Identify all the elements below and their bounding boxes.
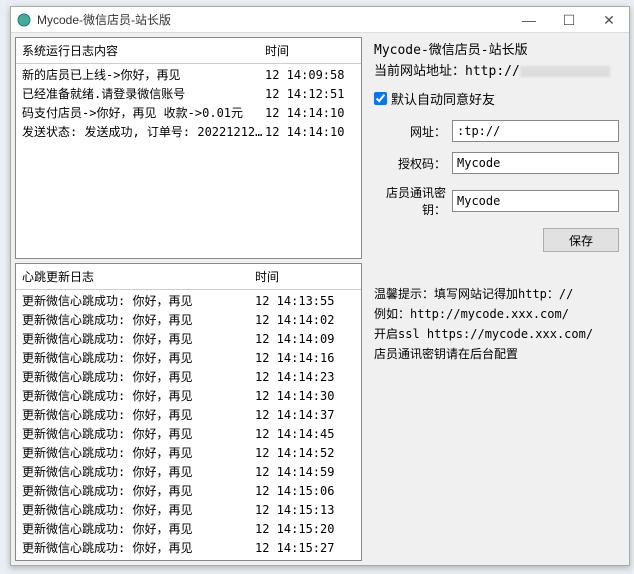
heartbeat-log-body[interactable]: 更新微信心跳成功: 你好，再见12 14:13:55更新微信心跳成功: 你好，再… xyxy=(16,290,361,560)
log-time: 12 14:15:20 xyxy=(255,521,355,538)
log-row[interactable]: 更新微信心跳成功: 你好，再见12 14:14:52 xyxy=(16,444,361,463)
log-row[interactable]: 更新微信心跳成功: 你好，再见12 14:13:55 xyxy=(16,292,361,311)
log-msg: 更新微信心跳成功: 你好，再见 xyxy=(22,464,255,481)
tip-line: 开启ssl https://mycode.xxx.com/ xyxy=(374,324,619,344)
key-input[interactable] xyxy=(452,190,619,212)
log-msg: 更新微信心跳成功: 你好，再见 xyxy=(22,388,255,405)
log-msg: 更新微信心跳成功: 你好，再见 xyxy=(22,483,255,500)
heartbeat-log-header-time: 时间 xyxy=(255,268,355,285)
log-row[interactable]: 更新微信心跳成功: 你好，再见12 14:14:23 xyxy=(16,368,361,387)
key-field-row: 店员通讯密钥： xyxy=(374,184,619,218)
current-url-value: http:// xyxy=(465,64,520,79)
system-log-body[interactable]: 新的店员已上线->你好，再见12 14:09:58已经准备就绪.请登录微信账号1… xyxy=(16,64,361,258)
log-msg: 已经准备就绪.请登录微信账号 xyxy=(22,86,265,103)
heartbeat-log-header-msg: 心跳更新日志 xyxy=(22,268,255,285)
log-row[interactable]: 更新微信心跳成功: 你好，再见12 14:14:09 xyxy=(16,330,361,349)
log-time: 12 14:15:06 xyxy=(255,483,355,500)
auth-field-label: 授权码： xyxy=(374,155,452,172)
log-time: 12 14:14:52 xyxy=(255,445,355,462)
log-time: 12 14:14:37 xyxy=(255,407,355,424)
key-field-label: 店员通讯密钥： xyxy=(374,184,452,218)
masked-url xyxy=(520,66,610,77)
window-controls: — ☐ ✕ xyxy=(509,7,629,33)
minimize-button[interactable]: — xyxy=(509,7,549,33)
titlebar[interactable]: Mycode-微信店员-站长版 — ☐ ✕ xyxy=(11,7,629,33)
log-msg: 更新微信心跳成功: 你好，再见 xyxy=(22,502,255,519)
log-msg: 更新微信心跳成功: 你好，再见 xyxy=(22,312,255,329)
log-time: 12 14:12:51 xyxy=(265,86,355,103)
log-time: 12 14:15:13 xyxy=(255,502,355,519)
system-log-header-time: 时间 xyxy=(265,42,355,59)
log-msg: 更新微信心跳成功: 你好，再见 xyxy=(22,540,255,557)
log-row[interactable]: 更新微信心跳成功: 你好，再见12 14:14:45 xyxy=(16,425,361,444)
log-msg: 更新微信心跳成功: 你好，再见 xyxy=(22,369,255,386)
system-log-panel: 系统运行日志内容 时间 新的店员已上线->你好，再见12 14:09:58已经准… xyxy=(15,37,362,259)
log-row[interactable]: 更新微信心跳成功: 你好，再见12 14:15:20 xyxy=(16,520,361,539)
tip-line: 例如：http://mycode.xxx.com/ xyxy=(374,304,619,324)
close-button[interactable]: ✕ xyxy=(589,7,629,33)
auto-accept-label[interactable]: 默认自动同意好友 xyxy=(391,89,495,108)
log-time: 12 14:14:02 xyxy=(255,312,355,329)
log-row[interactable]: 已经准备就绪.请登录微信账号12 14:12:51 xyxy=(16,85,361,104)
log-row[interactable]: 更新微信心跳成功: 你好，再见12 14:14:59 xyxy=(16,463,361,482)
auto-accept-row: 默认自动同意好友 xyxy=(374,89,619,108)
log-row[interactable]: 码支付店员->你好，再见 收款->0.01元12 14:14:10 xyxy=(16,104,361,123)
left-pane: 系统运行日志内容 时间 新的店员已上线->你好，再见12 14:09:58已经准… xyxy=(11,33,366,565)
auth-input[interactable] xyxy=(452,152,619,174)
tip-line: 店员通讯密钥请在后台配置 xyxy=(374,344,619,364)
current-url-label: 当前网站地址： xyxy=(374,64,465,79)
log-row[interactable]: 更新微信心跳成功: 你好，再见12 14:14:16 xyxy=(16,349,361,368)
auto-accept-checkbox[interactable] xyxy=(374,92,387,105)
heartbeat-log-header: 心跳更新日志 时间 xyxy=(16,264,361,290)
right-pane: Mycode-微信店员-站长版 当前网站地址：http:// 默认自动同意好友 … xyxy=(366,33,629,565)
log-row[interactable]: 发送状态: 发送成功, 订单号: 20221212l...12 14:14:10 xyxy=(16,123,361,142)
url-field-row: 网址： xyxy=(374,120,619,142)
info-title: Mycode-微信店员-站长版 xyxy=(374,39,619,58)
log-msg: 更新微信心跳成功: 你好，再见 xyxy=(22,293,255,310)
log-time: 12 14:14:59 xyxy=(255,464,355,481)
auth-field-row: 授权码： xyxy=(374,152,619,174)
log-row[interactable]: 更新微信心跳成功: 你好，再见12 14:14:02 xyxy=(16,311,361,330)
log-row[interactable]: 更新微信心跳成功: 你好，再见12 14:15:06 xyxy=(16,482,361,501)
log-msg: 发送状态: 发送成功, 订单号: 20221212l... xyxy=(22,124,265,141)
log-msg: 更新微信心跳成功: 你好，再见 xyxy=(22,350,255,367)
log-time: 12 14:14:45 xyxy=(255,426,355,443)
log-time: 12 14:14:16 xyxy=(255,350,355,367)
log-row[interactable]: 更新微信心跳成功: 你好，再见12 14:15:13 xyxy=(16,501,361,520)
log-time: 12 14:14:23 xyxy=(255,369,355,386)
current-url-row: 当前网站地址：http:// xyxy=(374,60,619,79)
url-input[interactable] xyxy=(452,120,619,142)
log-msg: 码支付店员->你好，再见 收款->0.01元 xyxy=(22,105,265,122)
log-time: 12 14:15:27 xyxy=(255,540,355,557)
log-msg: 更新微信心跳成功: 你好，再见 xyxy=(22,407,255,424)
system-log-header: 系统运行日志内容 时间 xyxy=(16,38,361,64)
log-msg: 更新微信心跳成功: 你好，再见 xyxy=(22,445,255,462)
system-log-header-msg: 系统运行日志内容 xyxy=(22,42,265,59)
log-msg: 更新微信心跳成功: 你好，再见 xyxy=(22,521,255,538)
log-row[interactable]: 更新微信心跳成功: 你好，再见12 14:14:37 xyxy=(16,406,361,425)
log-time: 12 14:14:10 xyxy=(265,124,355,141)
log-time: 12 14:14:09 xyxy=(255,331,355,348)
log-time: 12 14:14:30 xyxy=(255,388,355,405)
app-icon xyxy=(17,13,31,27)
save-button[interactable]: 保存 xyxy=(543,228,619,252)
content-area: 系统运行日志内容 时间 新的店员已上线->你好，再见12 14:09:58已经准… xyxy=(11,33,629,565)
maximize-button[interactable]: ☐ xyxy=(549,7,589,33)
app-window: Mycode-微信店员-站长版 — ☐ ✕ 系统运行日志内容 时间 新的店员已上… xyxy=(10,6,630,566)
heartbeat-log-panel: 心跳更新日志 时间 更新微信心跳成功: 你好，再见12 14:13:55更新微信… xyxy=(15,263,362,561)
log-msg: 新的店员已上线->你好，再见 xyxy=(22,67,265,84)
log-time: 12 14:13:55 xyxy=(255,293,355,310)
window-title: Mycode-微信店员-站长版 xyxy=(37,11,171,28)
log-msg: 更新微信心跳成功: 你好，再见 xyxy=(22,331,255,348)
log-time: 12 14:09:58 xyxy=(265,67,355,84)
log-row[interactable]: 更新微信心跳成功: 你好，再见12 14:15:27 xyxy=(16,539,361,558)
save-row: 保存 xyxy=(374,228,619,252)
log-row[interactable]: 新的店员已上线->你好，再见12 14:09:58 xyxy=(16,66,361,85)
log-time: 12 14:14:10 xyxy=(265,105,355,122)
log-row[interactable]: 更新微信心跳成功: 你好，再见12 14:14:30 xyxy=(16,387,361,406)
url-field-label: 网址： xyxy=(374,123,452,140)
log-msg: 更新微信心跳成功: 你好，再见 xyxy=(22,426,255,443)
tip-line: 温馨提示：填写网站记得加http：// xyxy=(374,284,619,304)
tips-block: 温馨提示：填写网站记得加http：//例如：http://mycode.xxx.… xyxy=(374,284,619,364)
